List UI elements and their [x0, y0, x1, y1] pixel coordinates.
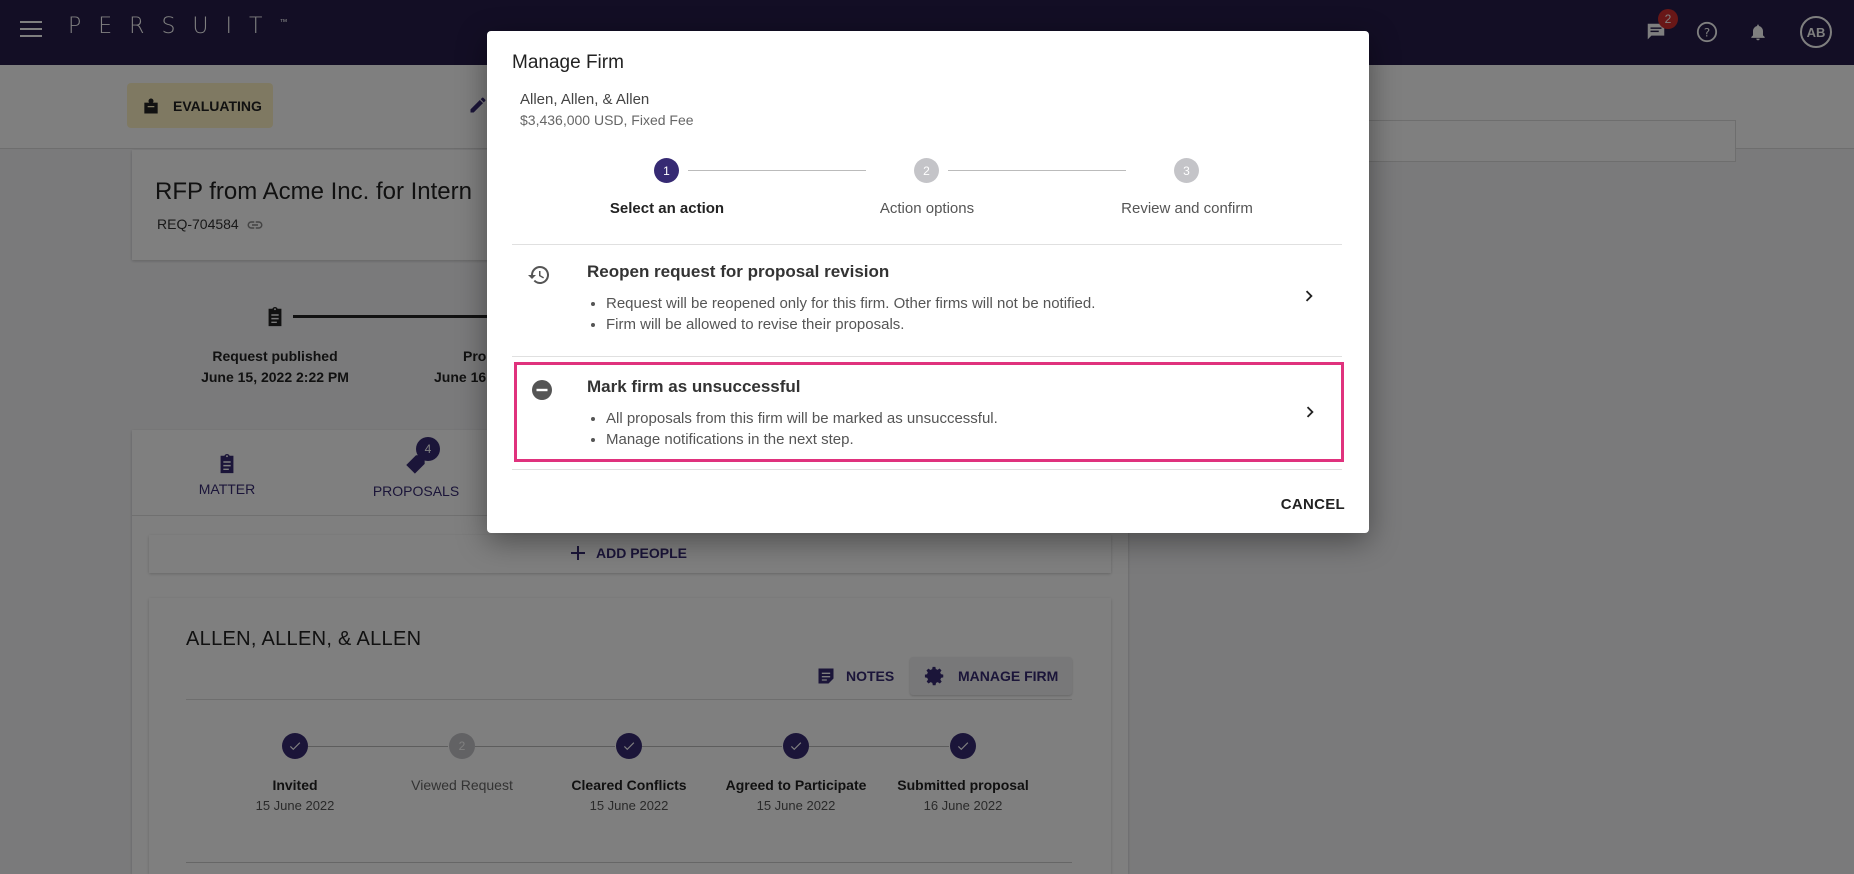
stepper-label: Action options: [879, 200, 975, 217]
stepper-label-active: Select an action: [609, 200, 725, 217]
option-bullet: Request will be reopened only for this f…: [606, 293, 1095, 314]
option-title: Mark firm as unsuccessful: [587, 377, 801, 396]
cancel-button[interactable]: CANCEL: [1281, 496, 1345, 513]
option-title: Reopen request for proposal revision: [587, 262, 890, 281]
option-bullet: All proposals from this firm will be mar…: [606, 408, 998, 429]
dialog-firm-name: Allen, Allen, & Allen: [520, 91, 650, 108]
mark-unsuccessful-option[interactable]: Mark firm as unsuccessful All proposals …: [514, 362, 1344, 462]
dialog-divider: [512, 469, 1342, 470]
manage-firm-dialog: Manage Firm Allen, Allen, & Allen $3,436…: [487, 31, 1369, 533]
stepper-connector: [688, 170, 866, 171]
stepper-step-3: 3: [1174, 158, 1199, 183]
minus-circle-icon: [532, 380, 552, 400]
stepper-step-1: 1: [654, 158, 679, 183]
stepper-label: Review and confirm: [1121, 200, 1253, 217]
option-bullet: Manage notifications in the next step.: [606, 429, 998, 450]
chevron-right-icon: [1305, 290, 1313, 302]
reopen-request-option[interactable]: Reopen request for proposal revision Req…: [512, 245, 1342, 351]
option-bullets: Request will be reopened only for this f…: [606, 293, 1095, 335]
history-icon: [528, 265, 550, 284]
dialog-divider: [512, 356, 1342, 357]
option-bullets: All proposals from this firm will be mar…: [606, 408, 998, 450]
option-bullet: Firm will be allowed to revise their pro…: [606, 314, 1095, 335]
stepper-step-2: 2: [914, 158, 939, 183]
chevron-right-icon: [1306, 406, 1314, 418]
stepper-connector: [948, 170, 1126, 171]
dialog-title: Manage Firm: [512, 52, 624, 73]
dialog-fee: $3,436,000 USD, Fixed Fee: [520, 112, 694, 128]
